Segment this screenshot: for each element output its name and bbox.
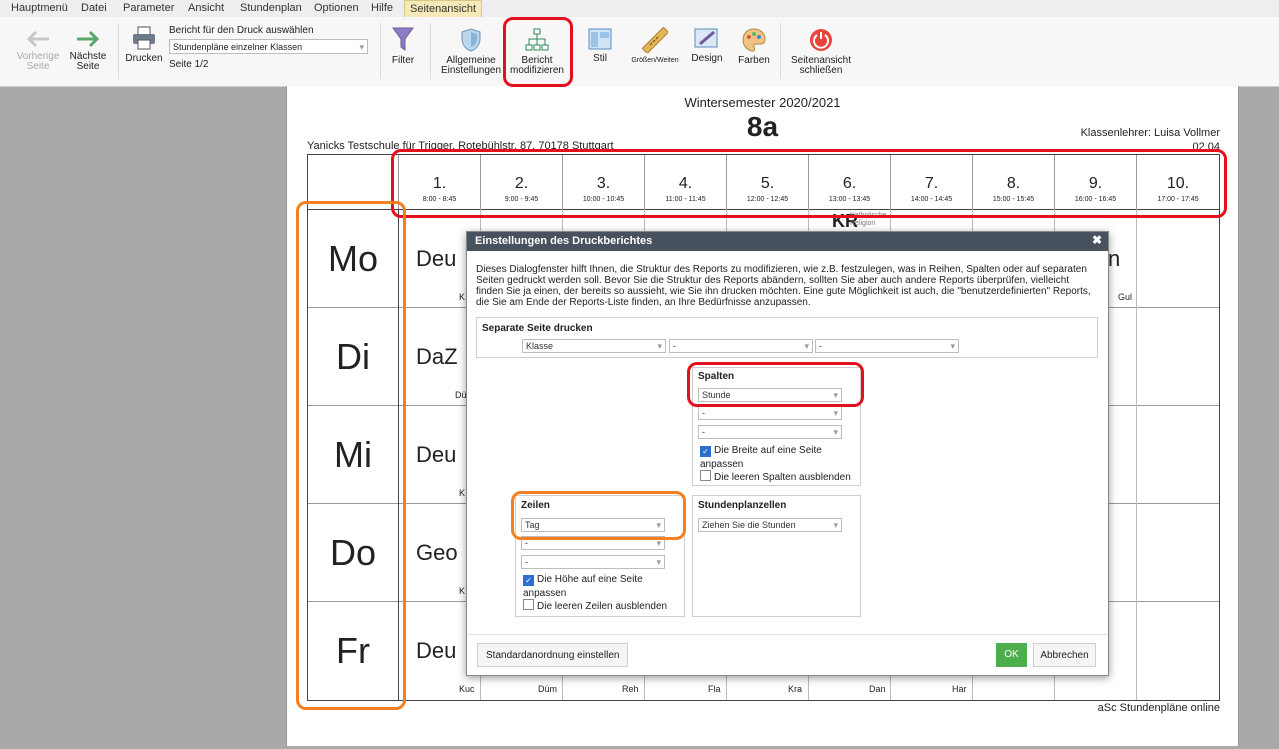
grid-line <box>1136 209 1137 700</box>
layout-icon <box>588 28 612 50</box>
hide-empty-rows-checkbox[interactable]: Die leeren Zeilen ausblenden <box>523 599 667 614</box>
lesson-teacher: Dü <box>455 390 467 400</box>
dialog-divider <box>467 634 1108 635</box>
general-settings-button[interactable]: Allgemeine Einstellungen <box>440 27 502 76</box>
lesson-subject: Deu <box>416 638 457 663</box>
separate-select-1[interactable]: Klasse <box>522 339 666 353</box>
highlight-day-column <box>296 201 406 710</box>
lesson-teacher: K <box>459 488 466 498</box>
toolbar-separator <box>430 23 431 79</box>
style-button[interactable]: Stil <box>586 27 614 64</box>
semester-title: Wintersemester 2020/2021 <box>684 95 841 110</box>
design-icon <box>694 28 718 48</box>
menu-stundenplan[interactable]: Stundenplan <box>240 2 302 14</box>
menu-seitenansicht[interactable]: Seitenansicht <box>404 0 483 17</box>
lesson-subject: Deu <box>416 442 457 467</box>
checkbox-icon <box>523 599 534 610</box>
lesson-teacher: Dan <box>869 684 886 694</box>
default-layout-button[interactable]: Standardanordnung einstellen <box>477 643 629 667</box>
menu-bar: Hauptmenü Datei Parameter Ansicht Stunde… <box>0 0 1279 18</box>
close-icon[interactable]: ✖ <box>1092 233 1102 247</box>
cells-title: Stundenplanzellen <box>698 500 787 511</box>
menu-ansicht[interactable]: Ansicht <box>188 2 224 14</box>
filter-icon <box>392 27 414 51</box>
highlight-columns <box>687 362 864 407</box>
page-indicator: Seite 1/2 <box>169 59 209 70</box>
lesson-teacher: Fla <box>708 684 721 694</box>
prev-page-button[interactable]: Vorherige Seite <box>14 29 62 72</box>
ok-button[interactable]: OK <box>996 643 1027 667</box>
design-button[interactable]: Design <box>690 27 724 64</box>
report-select-label: Bericht für den Druck auswählen <box>169 25 314 36</box>
rows-select-3[interactable]: - <box>521 555 665 569</box>
toolbar: Vorherige Seite Nächste Seite Drucken Be… <box>0 17 1279 87</box>
menu-parameter[interactable]: Parameter <box>123 2 174 14</box>
lesson-subject: n <box>1108 246 1121 271</box>
lesson-subject: Geo <box>416 540 458 565</box>
dialog-description: Dieses Dialogfenster hilft Ihnen, die St… <box>476 264 1091 308</box>
lesson-subject: Deu <box>416 246 457 271</box>
hide-empty-columns-checkbox[interactable]: Die leeren Spalten ausblenden <box>700 470 851 485</box>
checkbox-icon <box>700 470 711 481</box>
menu-optionen[interactable]: Optionen <box>314 2 359 14</box>
toolbar-separator <box>118 23 119 79</box>
report-select[interactable]: Stundenpläne einzelner Klassen <box>169 39 368 55</box>
lesson-teacher: K <box>459 292 466 302</box>
fit-height-checkbox[interactable]: ✓ Die Höhe auf eine Seite anpassen <box>523 573 668 601</box>
print-settings-dialog: Einstellungen des Druckberichtes ✖ Diese… <box>466 231 1109 676</box>
dialog-title: Einstellungen des Druckberichtes <box>467 232 1108 251</box>
highlight-period-header <box>391 149 1227 218</box>
cells-box: Stundenplanzellen Ziehen Sie die Stunden <box>692 495 861 617</box>
lesson-teacher: Kuc <box>459 684 475 694</box>
separate-select-2[interactable]: - <box>669 339 813 353</box>
menu-datei[interactable]: Datei <box>81 2 107 14</box>
separate-page-box: Separate Seite drucken Klasse - - <box>476 317 1098 358</box>
printer-icon <box>133 26 155 50</box>
footer-brand: aSc Stundenpläne online <box>1097 702 1220 714</box>
menu-hauptmenu[interactable]: Hauptmenü <box>11 2 68 14</box>
arrow-left-icon <box>26 30 49 48</box>
lesson-teacher: Reh <box>622 684 639 694</box>
lesson-teacher: Kra <box>788 684 803 694</box>
palette-icon <box>742 28 766 52</box>
shield-icon <box>461 28 481 52</box>
highlight-modify-button <box>503 17 573 87</box>
power-icon <box>810 29 832 51</box>
sizes-button[interactable]: Größen/Weiten <box>629 27 681 66</box>
cells-select[interactable]: Ziehen Sie die Stunden <box>698 518 842 532</box>
close-preview-button[interactable]: Seitenansicht schließen <box>788 27 854 76</box>
lesson-teacher: Düm <box>538 684 558 694</box>
ruler-icon <box>642 27 668 53</box>
next-page-button[interactable]: Nächste Seite <box>66 29 110 72</box>
checkbox-checked-icon: ✓ <box>523 575 534 586</box>
arrow-right-icon <box>77 30 100 48</box>
checkbox-checked-icon: ✓ <box>700 446 711 457</box>
separate-page-title: Separate Seite drucken <box>482 323 593 334</box>
highlight-rows <box>511 491 686 540</box>
separate-select-3[interactable]: - <box>815 339 959 353</box>
menu-hilfe[interactable]: Hilfe <box>371 2 393 14</box>
columns-select-2[interactable]: - <box>698 406 842 420</box>
class-teacher: Klassenlehrer: Luisa Vollmer <box>1080 127 1220 139</box>
fit-width-checkbox[interactable]: ✓ Die Breite auf eine Seite anpassen <box>700 444 845 472</box>
filter-button[interactable]: Filter <box>386 25 420 66</box>
print-button[interactable]: Drucken <box>124 25 164 64</box>
toolbar-separator <box>780 23 781 79</box>
colors-button[interactable]: Farben <box>737 27 771 66</box>
lesson-teacher: K <box>459 586 466 596</box>
cancel-button[interactable]: Abbrechen <box>1033 643 1096 667</box>
toolbar-separator <box>380 23 381 79</box>
columns-select-3[interactable]: - <box>698 425 842 439</box>
lesson-teacher: Gul <box>1118 292 1133 302</box>
lesson-subject: DaZ <box>416 344 458 369</box>
lesson-teacher: Har <box>952 684 967 694</box>
